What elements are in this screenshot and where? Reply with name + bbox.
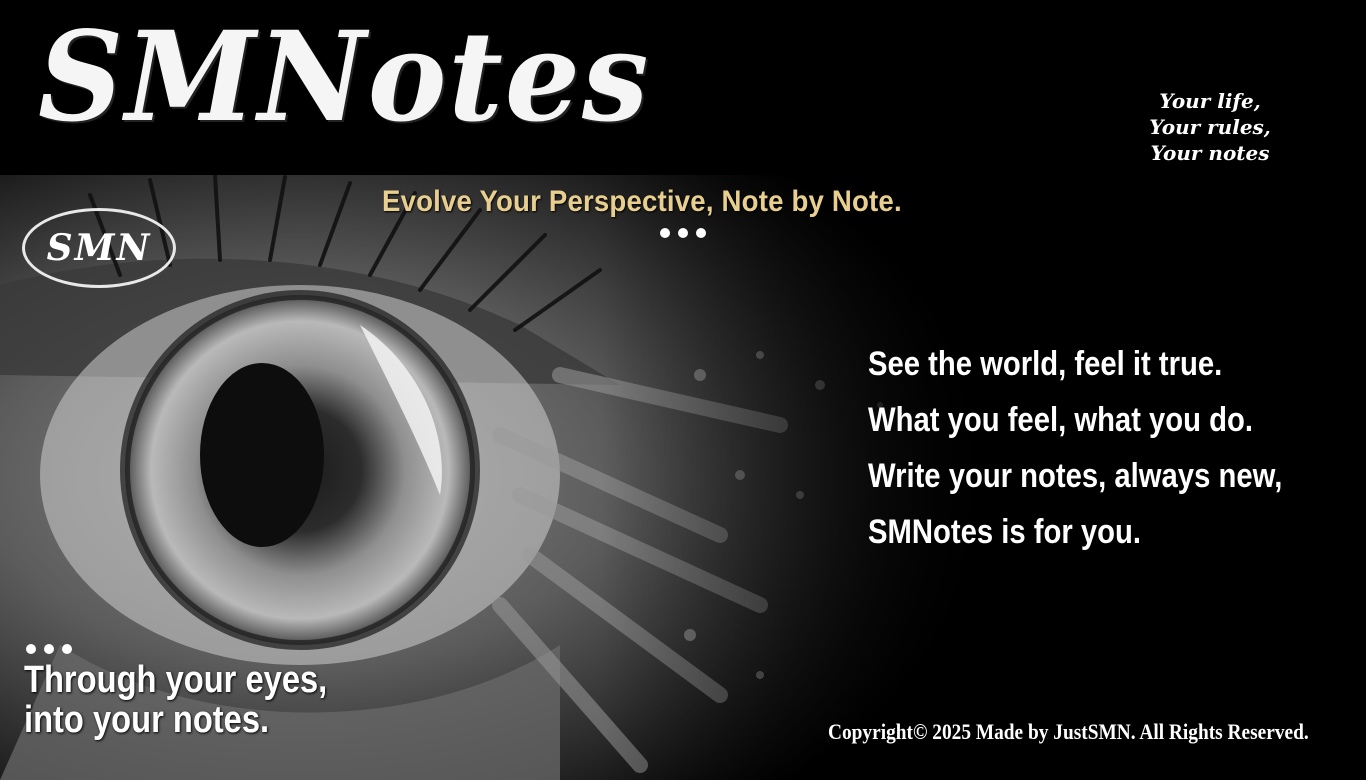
eyes-caption-line-1: Through your eyes, [24,659,328,701]
poem-line: See the world, feel it true. [868,345,1223,383]
hero-poem: See the world, feel it true. What you fe… [868,336,1283,560]
ellipsis-dots-icon [26,644,72,654]
eyes-caption: Through your eyes, into your notes. [24,660,351,740]
poem-line: SMNotes is for you. [868,513,1141,551]
eyes-caption-line-2: into your notes. [24,699,270,741]
landing-page: SMNotes Your life, Your rules, Your note… [0,0,1366,780]
tagline-line-1: Your life, [1159,89,1261,113]
copyright-notice: Copyright© 2025 Made by JustSMN. All Rig… [828,719,1309,744]
header: SMNotes Your life, Your rules, Your note… [0,0,1366,175]
header-tagline: Your life, Your rules, Your notes [1140,88,1280,166]
smn-badge-logo[interactable]: SMN [22,208,176,288]
brand-logo-text[interactable]: SMNotes [38,15,650,139]
hero-slogan: Evolve Your Perspective, Note by Note. [382,185,902,218]
tagline-line-3: Your notes [1150,141,1270,165]
tagline-line-2: Your rules, [1149,115,1271,139]
poem-line: What you feel, what you do. [868,401,1254,439]
poem-line: Write your notes, always new, [868,457,1283,495]
ellipsis-dots-icon [660,228,706,238]
